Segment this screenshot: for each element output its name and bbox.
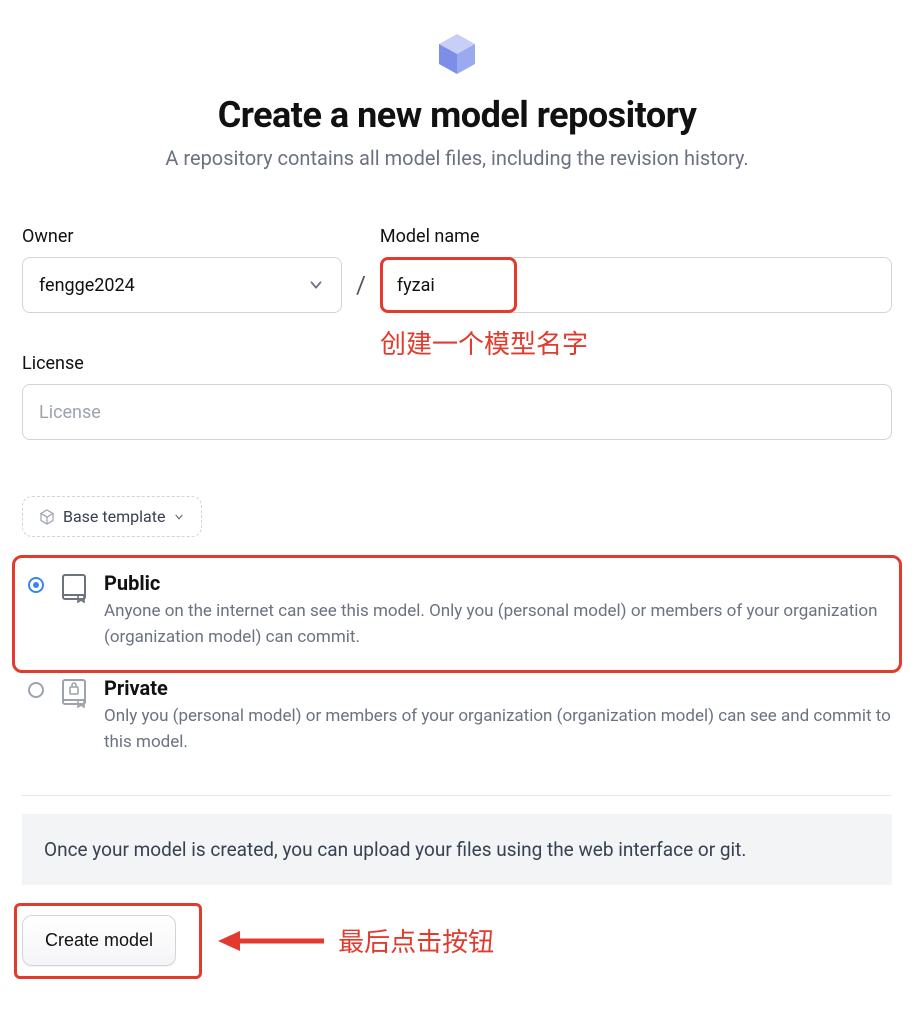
path-separator: / xyxy=(356,271,366,313)
public-desc: Anyone on the internet can see this mode… xyxy=(104,599,892,650)
license-input[interactable]: License xyxy=(22,384,892,440)
info-banner: Once your model is created, you can uplo… xyxy=(22,814,892,885)
chevron-down-icon xyxy=(173,511,185,523)
annotation-text-name: 创建一个模型名字 xyxy=(380,324,588,361)
private-repo-icon xyxy=(60,678,88,708)
model-name-label: Model name xyxy=(380,226,892,247)
public-repo-icon xyxy=(60,573,88,603)
template-label: Base template xyxy=(63,507,165,526)
private-desc: Only you (personal model) or members of … xyxy=(104,704,892,755)
owner-label: Owner xyxy=(22,226,342,247)
create-model-button[interactable]: Create model xyxy=(22,915,176,966)
visibility-private-option[interactable]: Private Only you (personal model) or mem… xyxy=(22,670,892,775)
divider xyxy=(22,795,892,796)
annotation-arrow-icon xyxy=(216,921,326,961)
owner-select[interactable]: fengge2024 xyxy=(22,257,342,313)
page-title: Create a new model repository xyxy=(22,94,892,136)
radio-public[interactable] xyxy=(28,577,44,593)
model-name-input[interactable]: fyzai xyxy=(380,257,892,313)
app-logo xyxy=(22,30,892,78)
template-icon xyxy=(39,509,55,525)
chevron-down-icon xyxy=(307,276,325,294)
owner-selected-value: fengge2024 xyxy=(39,275,135,296)
annotation-text-button: 最后点击按钮 xyxy=(338,922,494,959)
visibility-public-option[interactable]: Public Anyone on the internet can see th… xyxy=(22,565,892,670)
public-title: Public xyxy=(104,571,892,595)
radio-private[interactable] xyxy=(28,682,44,698)
page-subtitle: A repository contains all model files, i… xyxy=(22,146,892,170)
private-title: Private xyxy=(104,676,892,700)
cube-icon xyxy=(433,30,481,78)
base-template-dropdown[interactable]: Base template xyxy=(22,496,202,537)
